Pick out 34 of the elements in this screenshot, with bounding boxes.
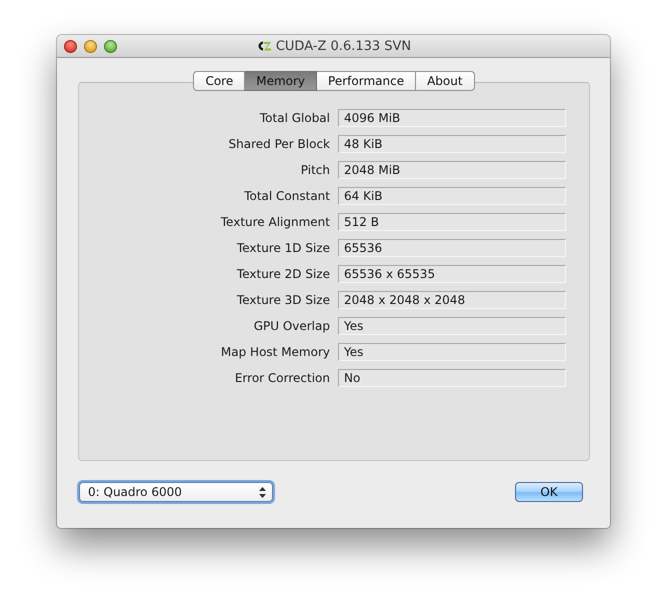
minimize-icon[interactable] xyxy=(84,40,97,52)
property-label: Error Correction xyxy=(234,370,330,387)
property-value-field: 2048 MiB xyxy=(338,161,566,179)
property-label: Shared Per Block xyxy=(228,136,330,153)
app-logo-icon xyxy=(256,40,272,52)
property-label: Total Constant xyxy=(243,188,330,205)
property-value-field: 2048 x 2048 x 2048 xyxy=(338,291,566,309)
up-down-arrows-icon xyxy=(259,486,266,498)
tab[interactable]: Memory xyxy=(245,71,318,91)
property-value-field: 48 KiB xyxy=(338,135,566,153)
ok-button[interactable]: OK xyxy=(515,482,583,502)
property-value-field: No xyxy=(338,369,566,387)
property-value-field: 65536 x 65535 xyxy=(338,265,566,283)
property-value-field: 512 B xyxy=(338,213,566,231)
property-value-field: Yes xyxy=(338,343,566,361)
window-title: CUDA-Z 0.6.133 SVN xyxy=(276,38,412,54)
tab[interactable]: About xyxy=(416,71,475,91)
property-value-field: Yes xyxy=(338,317,566,335)
property-label: Total Global xyxy=(258,110,330,127)
property-label: Texture 1D Size xyxy=(236,240,330,257)
property-label: Map Host Memory xyxy=(220,344,330,361)
tab[interactable]: Performance xyxy=(317,71,416,91)
zoom-icon[interactable] xyxy=(104,40,117,52)
property-label: Texture Alignment xyxy=(220,214,330,231)
property-label: Texture 2D Size xyxy=(236,266,330,283)
close-icon[interactable] xyxy=(64,40,77,52)
property-value-field: 65536 xyxy=(338,239,566,257)
property-value-field: 64 KiB xyxy=(338,187,566,205)
property-label: Pitch xyxy=(300,162,330,179)
tab[interactable]: Core xyxy=(193,71,246,91)
property-value-field: 4096 MiB xyxy=(338,109,566,127)
device-select[interactable]: 0: Quadro 6000 xyxy=(79,482,273,502)
property-label: GPU Overlap xyxy=(252,318,330,335)
property-label: Texture 3D Size xyxy=(236,292,330,309)
